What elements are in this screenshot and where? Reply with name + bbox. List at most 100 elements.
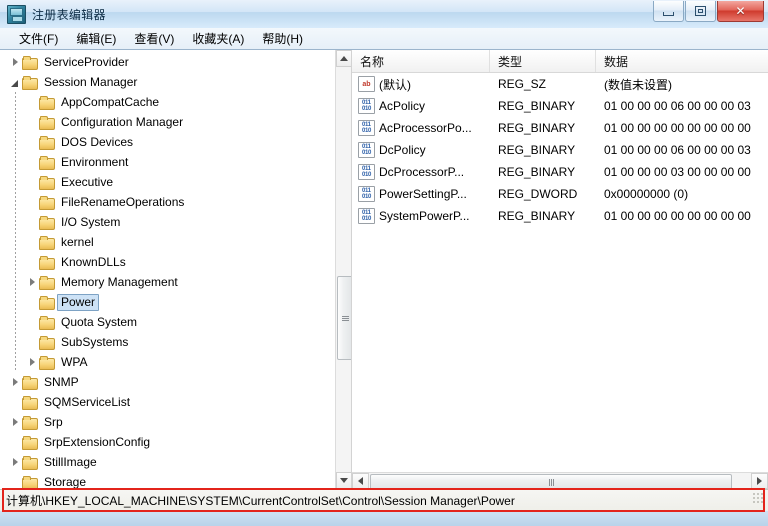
tree-item-kernel[interactable]: kernel (0, 232, 336, 252)
tree-item-dos-devices[interactable]: DOS Devices (0, 132, 336, 152)
registry-editor-icon (7, 5, 26, 24)
tree-item-power[interactable]: Power (0, 292, 336, 312)
column-header-data[interactable]: 数据 (596, 50, 768, 72)
values-list[interactable]: ab (默认) REG_SZ (数值未设置) 011 010 AcPolicy REG_BIN… (352, 73, 768, 227)
value-type-cell: REG_BINARY (498, 121, 576, 135)
expand-arrow-closed-icon[interactable] (10, 417, 21, 428)
scroll-right-button[interactable] (751, 473, 768, 489)
tree-item-label: I/O System (61, 214, 121, 229)
values-column-header[interactable]: 名称 类型 数据 (352, 50, 768, 73)
expand-arrow-closed-icon[interactable] (10, 57, 21, 68)
tree-item-configuration-manager[interactable]: Configuration Manager (0, 112, 336, 132)
folder-icon (22, 415, 38, 430)
table-row[interactable]: 011 010 SystemPowerP... REG_BINARY 01 00 00 … (352, 205, 768, 227)
value-type-cell: REG_BINARY (498, 209, 576, 223)
tree-item-srp[interactable]: Srp (0, 412, 336, 432)
column-header-name[interactable]: 名称 (352, 50, 490, 72)
folder-icon (39, 315, 55, 330)
folder-icon (39, 255, 55, 270)
menu-item-1[interactable]: 文件(F) (10, 28, 67, 49)
tree-guide-line (15, 352, 16, 372)
value-name-cell: 011 010 AcPolicy (352, 98, 490, 114)
client-area: ServiceProvider Session Manager AppCompatC… (0, 49, 768, 489)
binary-digits: 011 010 (361, 122, 372, 134)
tree-item-executive[interactable]: Executive (0, 172, 336, 192)
tree-vertical-scrollbar[interactable] (335, 50, 351, 489)
expand-arrow-open-icon[interactable] (10, 77, 21, 88)
value-name-cell: 011 010 PowerSettingP... (352, 186, 490, 202)
folder-icon (22, 435, 38, 450)
expand-arrow-closed-icon[interactable] (10, 377, 21, 388)
column-header-type[interactable]: 类型 (490, 50, 596, 72)
value-type-cell: REG_DWORD (498, 187, 578, 201)
registry-tree-panel[interactable]: ServiceProvider Session Manager AppCompatC… (0, 50, 352, 489)
binary-digits: 011 010 (361, 188, 372, 200)
tree-item-snmp[interactable]: SNMP (0, 372, 336, 392)
tree-item-knowndlls[interactable]: KnownDLLs (0, 252, 336, 272)
tree-item-sqmservicelist[interactable]: SQMServiceList (0, 392, 336, 412)
table-row[interactable]: ab (默认) REG_SZ (数值未设置) (352, 73, 768, 95)
scroll-down-button[interactable] (336, 472, 351, 489)
menu-item-2[interactable]: 编辑(E) (67, 28, 125, 49)
maximize-button[interactable] (685, 1, 716, 22)
expand-arrow-placeholder (27, 97, 38, 108)
table-row[interactable]: 011 010 AcPolicy REG_BINARY 01 00 00 00 06 0… (352, 95, 768, 117)
tree-guide-line (15, 312, 16, 332)
value-name-cell: 011 010 DcProcessorP... (352, 164, 490, 180)
folder-icon (39, 95, 55, 110)
value-name-text: AcProcessorPo... (379, 121, 472, 135)
window-bottom-edge (0, 511, 768, 526)
tree-item-session-manager[interactable]: Session Manager (0, 72, 336, 92)
tree-item-label: DOS Devices (61, 134, 134, 149)
table-row[interactable]: 011 010 AcProcessorPo... REG_BINARY 01 00 00… (352, 117, 768, 139)
table-row[interactable]: 011 010 DcProcessorP... REG_BINARY 01 00 00 … (352, 161, 768, 183)
maximize-icon (686, 1, 715, 21)
expand-arrow-placeholder (10, 437, 21, 448)
table-row[interactable]: 011 010 DcPolicy REG_BINARY 01 00 00 00 06 0… (352, 139, 768, 161)
expand-arrow-placeholder (27, 217, 38, 228)
minimize-button[interactable] (653, 1, 684, 22)
scroll-left-button[interactable] (352, 473, 369, 489)
resize-grip[interactable] (753, 493, 765, 505)
expand-arrow-closed-icon[interactable] (27, 357, 38, 368)
value-name-cell: 011 010 AcProcessorPo... (352, 120, 490, 136)
folder-icon (39, 235, 55, 250)
tree-item-label: KnownDLLs (61, 254, 126, 269)
table-row[interactable]: 011 010 PowerSettingP... REG_DWORD 0x0000000… (352, 183, 768, 205)
window-title: 注册表编辑器 (32, 8, 106, 22)
tree-item-quota-system[interactable]: Quota System (0, 312, 336, 332)
tree-item-srpextensionconfig[interactable]: SrpExtensionConfig (0, 432, 336, 452)
tree-item-serviceprovider[interactable]: ServiceProvider (0, 52, 336, 72)
tree-item-storage[interactable]: Storage (0, 472, 336, 489)
tree-item-stillimage[interactable]: StillImage (0, 452, 336, 472)
registry-values-panel[interactable]: 名称 类型 数据 ab (默认) REG_SZ (数值未设置) 011 010 AcPoli… (352, 50, 768, 489)
tree-item-memory-management[interactable]: Memory Management (0, 272, 336, 292)
expand-arrow-placeholder (27, 237, 38, 248)
tree-item-environment[interactable]: Environment (0, 152, 336, 172)
tree-scrollbar-thumb[interactable] (337, 276, 351, 360)
tree-item-label: SQMServiceList (44, 394, 131, 409)
expand-arrow-closed-icon[interactable] (10, 457, 21, 468)
tree-item-wpa[interactable]: WPA (0, 352, 336, 372)
close-button[interactable]: ✕ (717, 1, 764, 22)
menu-item-3[interactable]: 查看(V) (125, 28, 183, 49)
folder-icon (39, 175, 55, 190)
scroll-up-button[interactable] (336, 50, 351, 67)
grip-icon (341, 315, 349, 321)
tree-item-subsystems[interactable]: SubSystems (0, 332, 336, 352)
folder-icon (39, 355, 55, 370)
binary-value-icon: 011 010 (358, 142, 375, 158)
menu-item-4[interactable]: 收藏夹(A) (183, 28, 253, 49)
tree-guide-line (15, 292, 16, 312)
tree-guide-line (15, 132, 16, 152)
expand-arrow-closed-icon[interactable] (27, 277, 38, 288)
expand-arrow-placeholder (27, 137, 38, 148)
value-type-cell: REG_BINARY (498, 99, 576, 113)
registry-tree[interactable]: ServiceProvider Session Manager AppCompatC… (0, 50, 336, 489)
menu-item-5[interactable]: 帮助(H) (253, 28, 312, 49)
tree-item-filerenameoperations[interactable]: FileRenameOperations (0, 192, 336, 212)
values-scrollbar-thumb[interactable] (370, 474, 732, 489)
tree-item-appcompatcache[interactable]: AppCompatCache (0, 92, 336, 112)
tree-item-i-o-system[interactable]: I/O System (0, 212, 336, 232)
values-horizontal-scrollbar[interactable] (352, 472, 768, 489)
